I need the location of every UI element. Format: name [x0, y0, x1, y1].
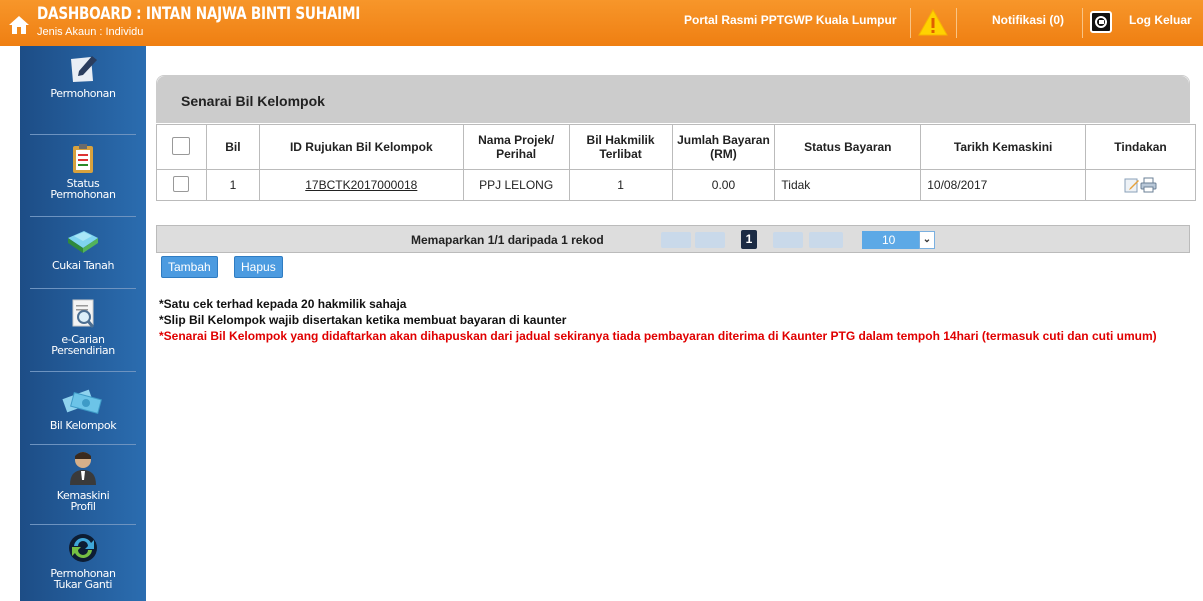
column-header[interactable]: Bil Hakmilik Terlibat	[568, 124, 673, 170]
cell-tarikh: 10/08/2017	[920, 169, 1087, 201]
content-panel: Senarai Bil Kelompok	[156, 75, 1190, 123]
table-row: 1 17BCTK2017000018 PPJ LELONG 1 0.00 Tid…	[156, 169, 1196, 201]
chevron-down-icon[interactable]: ⌄	[919, 231, 935, 249]
divider	[956, 8, 957, 38]
sidebar-item-cukai-tanah[interactable]: Cukai Tanah	[20, 226, 146, 271]
select-all-checkbox[interactable]	[172, 136, 191, 155]
notes: *Satu cek terhad kepada 20 hakmilik saha…	[159, 296, 1189, 344]
pen-paper-icon	[71, 56, 97, 82]
money-bills-icon	[62, 389, 102, 414]
notifications-link[interactable]: Notifikasi (0)	[992, 13, 1064, 27]
portal-link[interactable]: Portal Rasmi PPTGWP Kuala Lumpur	[684, 13, 896, 27]
row-checkbox[interactable]	[173, 175, 190, 192]
row-select-cell	[156, 169, 207, 201]
print-icon[interactable]	[1140, 177, 1157, 193]
divider	[1082, 8, 1083, 38]
last-page-button[interactable]	[809, 232, 843, 248]
cell-bil: 1	[205, 169, 260, 201]
divider	[910, 8, 911, 38]
column-header[interactable]: Bil	[205, 124, 260, 170]
home-icon[interactable]	[8, 14, 30, 36]
sidebar-item-label: Kemaskini Profil	[56, 489, 110, 513]
logout-icon[interactable]	[1090, 11, 1112, 33]
sidebar-item-permohonan[interactable]: Permohonan	[20, 54, 146, 99]
sidebar-item-label: Permohonan	[50, 87, 116, 100]
note-line: *Satu cek terhad kepada 20 hakmilik saha…	[159, 297, 407, 311]
reference-link[interactable]: 17BCTK2017000018	[305, 178, 417, 192]
divider	[30, 444, 136, 445]
divider	[30, 288, 136, 289]
clipboard-checklist-icon	[73, 144, 93, 173]
pager: Memaparkan 1/1 daripada 1 rekod 1 10 ⌄	[156, 225, 1190, 253]
next-page-button[interactable]	[773, 232, 803, 248]
column-header[interactable]: Status Bayaran	[774, 124, 922, 170]
sidebar-item-status-permohonan[interactable]: Status Permohonan	[20, 142, 146, 200]
warning-icon[interactable]	[918, 9, 948, 36]
warning-note: *Senarai Bil Kelompok yang didaftarkan a…	[159, 329, 1157, 343]
cell-id-link[interactable]: 17BCTK2017000018	[258, 169, 464, 201]
column-header[interactable]: Jumlah Bayaran (RM)	[671, 124, 776, 170]
cell-nama: PPJ LELONG	[462, 169, 570, 201]
first-page-button[interactable]	[661, 232, 691, 248]
add-button[interactable]: Tambah	[161, 256, 218, 278]
sidebar: Permohonan Status Permohonan Cukai Tanah	[20, 46, 146, 601]
account-type: Jenis Akaun : Individu	[37, 26, 144, 38]
sidebar-item-tukar-ganti[interactable]: Permohonan Tukar Ganti	[20, 532, 146, 590]
prev-page-button[interactable]	[695, 232, 725, 248]
cell-hakmilik: 1	[568, 169, 673, 201]
divider	[30, 216, 136, 217]
sidebar-item-label: e-Carian Persendirian	[51, 333, 115, 357]
edit-icon[interactable]	[1124, 177, 1140, 193]
select-all-cell	[156, 124, 207, 170]
note-line: *Slip Bil Kelompok wajib disertakan keti…	[159, 313, 567, 327]
sidebar-item-kemaskini-profil[interactable]: Kemaskini Profil	[20, 450, 146, 512]
column-header[interactable]: Nama Projek/ Perihal	[462, 124, 570, 170]
divider	[30, 524, 136, 525]
exchange-arrows-icon	[69, 534, 97, 562]
sidebar-item-label: Bil Kelompok	[49, 419, 117, 432]
column-header[interactable]: Tarikh Kemaskini	[920, 124, 1087, 170]
sidebar-item-label: Permohonan Tukar Ganti	[50, 567, 116, 591]
sidebar-item-e-carian[interactable]: e-Carian Persendirian	[20, 298, 146, 356]
column-header: Tindakan	[1085, 124, 1196, 170]
bil-kelompok-table: Bil ID Rujukan Bil Kelompok Nama Projek/…	[156, 124, 1196, 201]
top-bar: DASHBOARD : INTAN NAJWA BINTI SUHAIMI Je…	[0, 0, 1203, 46]
sidebar-item-label: Status Permohonan	[50, 177, 116, 201]
pager-info: Memaparkan 1/1 daripada 1 rekod	[411, 233, 604, 247]
logout-link[interactable]: Log Keluar	[1129, 13, 1192, 27]
table-header-row: Bil ID Rujukan Bil Kelompok Nama Projek/…	[156, 124, 1196, 170]
sidebar-item-bil-kelompok[interactable]: Bil Kelompok	[20, 386, 146, 431]
user-profile-icon	[70, 452, 96, 485]
divider	[30, 134, 136, 135]
current-page-button[interactable]: 1	[741, 230, 757, 249]
document-search-icon	[72, 299, 95, 328]
delete-button[interactable]: Hapus	[234, 256, 283, 278]
panel-title: Senarai Bil Kelompok	[157, 76, 1189, 122]
page-size-select[interactable]: 10	[862, 231, 919, 249]
sidebar-item-label: Cukai Tanah	[51, 259, 115, 272]
cell-jumlah: 0.00	[671, 169, 776, 201]
cell-status: Tidak	[774, 169, 922, 201]
land-tax-icon	[68, 231, 98, 253]
divider	[30, 371, 136, 372]
cell-actions	[1085, 169, 1196, 201]
column-header[interactable]: ID Rujukan Bil Kelompok	[258, 124, 464, 170]
dashboard-title: DASHBOARD : INTAN NAJWA BINTI SUHAIMI	[37, 4, 361, 24]
